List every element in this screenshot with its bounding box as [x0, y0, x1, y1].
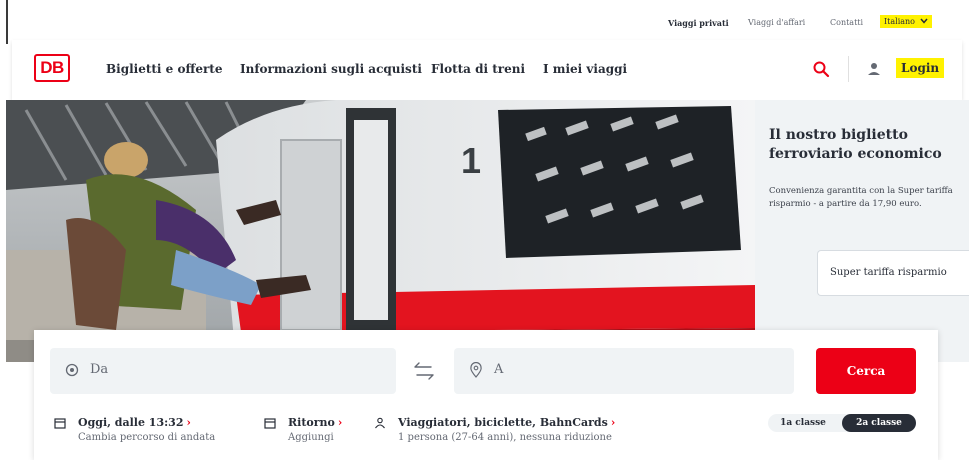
date-option-label: Oggi, dalle 13:32 — [78, 416, 184, 429]
to-field[interactable]: A — [454, 348, 794, 394]
to-placeholder: A — [494, 362, 504, 377]
promo-description: Convenienza garantita con la Super tarif… — [769, 186, 953, 209]
nav-tickets-offers[interactable]: Biglietti e offerte — [106, 62, 222, 76]
nav-purchase-info[interactable]: Informazioni sugli acquisti — [240, 62, 422, 76]
booking-panel: Da A Cerca Oggi, dalle 13:32 › Cambia per… — [34, 330, 938, 460]
nav-my-trips[interactable]: I miei viaggi — [543, 62, 627, 76]
util-link-business[interactable]: Viaggi d'affari — [748, 18, 805, 27]
user-icon[interactable] — [865, 60, 883, 78]
utility-bar: Viaggi privati Viaggi d'affari Contatti … — [0, 0, 969, 40]
db-logo[interactable]: DB — [34, 54, 70, 82]
promo-title: Il nostro biglietto ferroviario economic… — [769, 127, 942, 162]
util-link-contacts[interactable]: Contatti — [830, 18, 863, 27]
promo-button[interactable]: Super tariffa risparmio — [817, 250, 969, 296]
return-option-label: Ritorno — [288, 416, 335, 429]
promo-panel: Il nostro biglietto ferroviario economic… — [755, 100, 969, 362]
second-class-option[interactable]: 2a classe — [842, 414, 916, 432]
language-label: Italiano — [884, 17, 915, 26]
person-icon — [375, 417, 385, 429]
chevron-right-icon: › — [610, 416, 616, 429]
travelers-option-subtitle: 1 persona (27-64 anni), nessuna riduzion… — [398, 432, 612, 443]
date-option-subtitle: Cambia percorso di andata — [78, 432, 216, 443]
search-icon[interactable] — [812, 60, 830, 78]
calendar-icon — [264, 418, 276, 429]
calendar-icon — [54, 418, 66, 429]
car-class-number: 1 — [461, 140, 482, 181]
swap-arrows-icon[interactable] — [412, 360, 436, 382]
search-button[interactable]: Cerca — [816, 348, 916, 394]
date-option-title: Oggi, dalle 13:32 › — [78, 416, 191, 429]
origin-circle-icon — [65, 363, 79, 377]
from-field[interactable]: Da — [50, 348, 396, 394]
main-header: DB Biglietti e offerte Informazioni sugl… — [12, 40, 962, 100]
language-selector[interactable]: Italiano — [880, 15, 932, 28]
chevron-right-icon: › — [186, 416, 191, 429]
header-divider — [848, 56, 849, 82]
chevron-right-icon: › — [337, 416, 343, 429]
location-pin-icon — [470, 362, 482, 378]
login-button[interactable]: Login — [896, 58, 945, 78]
return-option-title: Ritorno › — [288, 416, 342, 429]
util-link-private[interactable]: Viaggi privati — [668, 18, 729, 28]
return-option-subtitle: Aggiungi — [288, 432, 334, 443]
first-class-option[interactable]: 1a classe — [768, 414, 838, 432]
hero-image: 1 — [6, 100, 755, 362]
travelers-option-label: Viaggiatori, biciclette, BahnCards — [398, 416, 608, 429]
chevron-down-icon — [919, 18, 928, 24]
from-placeholder: Da — [90, 362, 109, 377]
travelers-option-title: Viaggiatori, biciclette, BahnCards › — [398, 416, 615, 429]
nav-train-fleet[interactable]: Flotta di treni — [431, 62, 525, 76]
class-toggle: 1a classe 2a classe — [768, 414, 916, 432]
